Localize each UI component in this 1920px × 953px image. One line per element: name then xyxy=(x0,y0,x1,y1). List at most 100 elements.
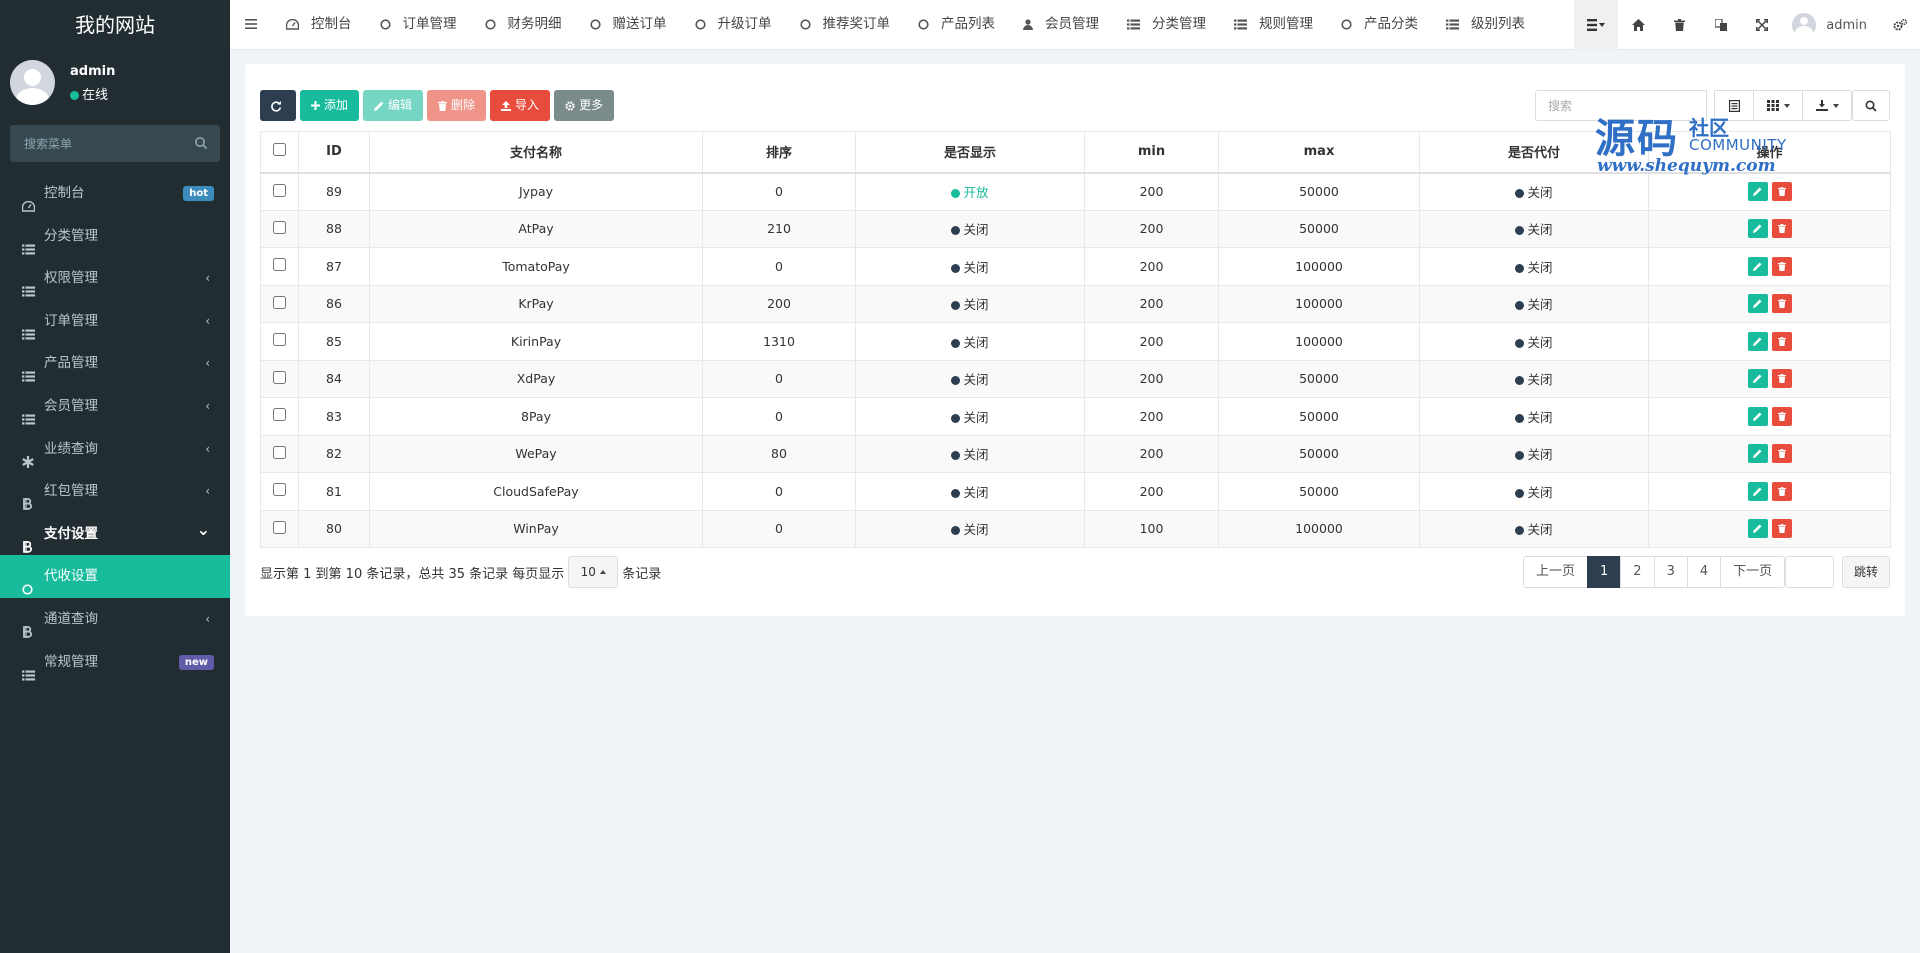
more-button[interactable]: 更多 xyxy=(554,90,615,121)
sidebar-item-1[interactable]: 分类管理 xyxy=(0,215,230,258)
cell-show[interactable]: 关闭 xyxy=(855,209,1085,248)
site-logo[interactable]: 我的网站 xyxy=(0,0,230,50)
row-delete-button[interactable] xyxy=(1771,406,1792,426)
top-tab-1[interactable]: 订单管理 xyxy=(366,0,471,50)
sidebar-item-8[interactable]: 支付设置 ⌄ xyxy=(0,513,230,556)
row-checkbox[interactable] xyxy=(273,258,286,272)
next-page-button[interactable]: 下一页 xyxy=(1720,556,1786,588)
page-1-button[interactable]: 1 xyxy=(1587,556,1622,588)
cell-show[interactable]: 关闭 xyxy=(855,247,1085,286)
table-row[interactable]: 88 AtPay 210 关闭 200 50000 关闭 xyxy=(260,209,1891,248)
table-row[interactable]: 80 WinPay 0 关闭 100 100000 关闭 xyxy=(260,509,1891,548)
cell-show[interactable]: 关闭 xyxy=(855,397,1085,436)
top-tab-9[interactable]: 规则管理 xyxy=(1220,0,1327,50)
row-edit-button[interactable] xyxy=(1747,219,1768,239)
page-2-button[interactable]: 2 xyxy=(1620,556,1655,588)
row-delete-button[interactable] xyxy=(1771,331,1792,351)
row-delete-button[interactable] xyxy=(1771,444,1792,464)
cell-show[interactable]: 关闭 xyxy=(855,472,1085,511)
row-checkbox[interactable] xyxy=(273,295,286,309)
cell-show[interactable]: 关闭 xyxy=(855,359,1085,398)
row-checkbox[interactable] xyxy=(273,483,286,497)
table-row[interactable]: 87 TomatoPay 0 关闭 200 100000 关闭 xyxy=(260,247,1891,286)
row-checkbox[interactable] xyxy=(273,183,286,197)
sidebar-toggle-icon[interactable] xyxy=(244,17,258,31)
cell-show[interactable]: 关闭 xyxy=(855,434,1085,473)
language-button[interactable] xyxy=(1700,0,1741,50)
jump-button[interactable]: 跳转 xyxy=(1842,556,1890,588)
page-size-select[interactable]: 10 xyxy=(568,556,619,588)
table-row[interactable]: 86 KrPay 200 关闭 200 100000 关闭 xyxy=(260,284,1891,323)
row-checkbox[interactable] xyxy=(273,445,286,459)
import-button[interactable]: 导入 xyxy=(490,90,551,121)
row-checkbox[interactable] xyxy=(273,370,286,384)
search-icon[interactable] xyxy=(194,136,208,150)
top-tab-10[interactable]: 产品分类 xyxy=(1327,0,1432,50)
tabs-menu-button[interactable] xyxy=(1574,0,1619,50)
row-edit-button[interactable] xyxy=(1747,331,1768,351)
cell-payout[interactable]: 关闭 xyxy=(1419,397,1649,436)
top-tab-8[interactable]: 分类管理 xyxy=(1113,0,1220,50)
table-row[interactable]: 89 Jypay 0 开放 200 50000 关闭 xyxy=(260,172,1891,211)
columns-dropdown[interactable] xyxy=(1753,90,1803,121)
col-max[interactable]: max xyxy=(1218,131,1420,174)
top-tab-6[interactable]: 产品列表 xyxy=(904,0,1009,50)
row-checkbox[interactable] xyxy=(273,408,286,422)
settings-button[interactable] xyxy=(1879,0,1920,50)
col-min[interactable]: min xyxy=(1084,131,1219,174)
row-delete-button[interactable] xyxy=(1771,182,1792,201)
top-tab-11[interactable]: 级别列表 xyxy=(1432,0,1539,50)
cell-payout[interactable]: 关闭 xyxy=(1419,359,1649,398)
delete-button[interactable]: 删除 xyxy=(427,90,487,121)
clear-cache-button[interactable] xyxy=(1659,0,1700,50)
cell-payout[interactable]: 关闭 xyxy=(1419,209,1649,248)
col-show[interactable]: 是否显示 xyxy=(855,131,1085,174)
col-name[interactable]: 支付名称 xyxy=(369,131,703,174)
cell-show[interactable]: 关闭 xyxy=(855,322,1085,361)
row-delete-button[interactable] xyxy=(1771,256,1792,276)
top-tab-3[interactable]: 赠送订单 xyxy=(576,0,681,50)
fullscreen-button[interactable] xyxy=(1741,0,1782,50)
row-edit-button[interactable] xyxy=(1747,369,1768,389)
cell-show[interactable]: 关闭 xyxy=(855,509,1085,548)
sidebar-item-9[interactable]: 代收设置 xyxy=(0,555,230,598)
table-row[interactable]: 83 8Pay 0 关闭 200 50000 关闭 xyxy=(260,397,1891,436)
cell-payout[interactable]: 关闭 xyxy=(1419,172,1649,211)
top-tab-2[interactable]: 财务明细 xyxy=(471,0,576,50)
cell-payout[interactable]: 关闭 xyxy=(1419,509,1649,548)
row-edit-button[interactable] xyxy=(1747,519,1768,539)
row-checkbox[interactable] xyxy=(273,520,286,534)
page-3-button[interactable]: 3 xyxy=(1653,556,1688,588)
toggle-view-button[interactable] xyxy=(1714,90,1754,121)
user-menu[interactable]: admin xyxy=(1782,0,1879,50)
top-tab-7[interactable]: 会员管理 xyxy=(1009,0,1113,50)
table-row[interactable]: 84 XdPay 0 关闭 200 50000 关闭 xyxy=(260,359,1891,398)
row-delete-button[interactable] xyxy=(1771,219,1792,239)
menu-search-input[interactable] xyxy=(10,125,220,162)
sidebar-item-3[interactable]: 订单管理 ‹ xyxy=(0,300,230,343)
cell-show[interactable]: 开放 xyxy=(855,172,1085,211)
edit-button[interactable]: 编辑 xyxy=(363,90,424,121)
add-button[interactable]: 添加 xyxy=(300,90,360,121)
col-id[interactable]: ID xyxy=(298,131,370,174)
table-row[interactable]: 82 WePay 80 关闭 200 50000 关闭 xyxy=(260,434,1891,473)
row-edit-button[interactable] xyxy=(1747,256,1768,276)
row-delete-button[interactable] xyxy=(1771,369,1792,389)
row-edit-button[interactable] xyxy=(1747,444,1768,464)
prev-page-button[interactable]: 上一页 xyxy=(1523,556,1589,588)
top-tab-4[interactable]: 升级订单 xyxy=(681,0,786,50)
cell-payout[interactable]: 关闭 xyxy=(1419,472,1649,511)
cell-payout[interactable]: 关闭 xyxy=(1419,322,1649,361)
row-delete-button[interactable] xyxy=(1771,481,1792,501)
col-payout[interactable]: 是否代付 xyxy=(1419,131,1649,174)
page-4-button[interactable]: 4 xyxy=(1686,556,1722,588)
row-edit-button[interactable] xyxy=(1747,182,1768,201)
row-delete-button[interactable] xyxy=(1771,519,1792,539)
table-row[interactable]: 81 CloudSafePay 0 关闭 200 50000 关闭 xyxy=(260,472,1891,511)
sidebar-item-5[interactable]: 会员管理 ‹ xyxy=(0,385,230,428)
cell-show[interactable]: 关闭 xyxy=(855,284,1085,323)
sidebar-item-0[interactable]: 控制台 hot xyxy=(0,172,230,215)
top-tab-5[interactable]: 推荐奖订单 xyxy=(786,0,905,50)
sidebar-item-6[interactable]: 业绩查询 ‹ xyxy=(0,428,230,471)
jump-page-input[interactable] xyxy=(1785,556,1834,588)
